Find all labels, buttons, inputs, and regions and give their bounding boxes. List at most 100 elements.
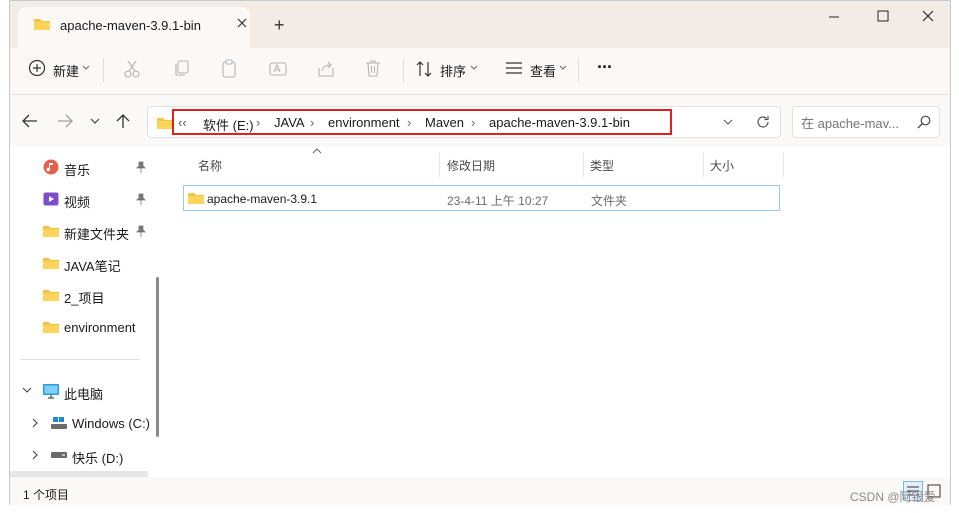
minimize-button[interactable]: [828, 7, 840, 27]
delete-icon[interactable]: [365, 59, 381, 78]
column-divider[interactable]: [583, 153, 584, 177]
paste-icon[interactable]: [221, 59, 237, 78]
toolbar-divider: [403, 58, 404, 82]
tab-title: apache-maven-3.9.1-bin: [60, 18, 201, 33]
pin-icon: [136, 193, 146, 205]
file-name: apache-maven-3.9.1: [207, 192, 318, 206]
music-icon: [43, 159, 59, 175]
sidebar-item-videos[interactable]: 视频: [10, 184, 150, 214]
forward-arrow-icon[interactable]: [57, 114, 73, 128]
address-history-chevron-icon[interactable]: [723, 119, 733, 126]
new-icon[interactable]: [28, 59, 46, 77]
sidebar-scrollbar[interactable]: [156, 277, 159, 437]
chevron-down-icon[interactable]: [22, 387, 32, 394]
view-button[interactable]: 查看: [530, 61, 556, 80]
breadcrumb-environment[interactable]: environment: [328, 115, 400, 130]
maximize-button[interactable]: [877, 10, 889, 22]
folder-icon: [42, 223, 60, 239]
sidebar-item-environment[interactable]: environment: [10, 312, 150, 342]
sidebar-item-this-pc[interactable]: 此电脑: [10, 376, 150, 406]
sidebar-item-music[interactable]: 音乐: [10, 152, 150, 182]
sidebar-item-label: 新建文件夹: [64, 227, 130, 242]
chevron-down-icon: [82, 65, 90, 71]
sort-ascending-icon: [312, 148, 322, 154]
column-header-date[interactable]: 修改日期: [447, 157, 495, 174]
sidebar-item-new-folder[interactable]: 新建文件夹: [10, 216, 150, 246]
cut-icon[interactable]: [124, 60, 140, 78]
back-arrow-icon[interactable]: [22, 114, 38, 128]
sidebar-item-drive-d[interactable]: 快乐 (D:): [10, 440, 150, 470]
close-tab-icon[interactable]: [236, 17, 248, 29]
sidebar-item-label: JAVA笔记: [64, 259, 121, 274]
file-date: 23-4-11 上午 10:27: [447, 194, 549, 208]
sidebar-item-drive-c[interactable]: Windows (C:): [10, 408, 150, 438]
table-row[interactable]: apache-maven-3.9.1 23-4-11 上午 10:27 文件夹: [183, 185, 780, 211]
column-divider[interactable]: [439, 153, 440, 177]
content-area: 音乐 视频 新建文件夹 JAVA笔记 2_项目 environment 此电脑 …: [10, 147, 950, 477]
sort-icon[interactable]: [416, 60, 432, 78]
sidebar-item-label: 音乐: [64, 163, 91, 178]
background-page-left: [0, 0, 9, 505]
breadcrumb-separator: ›: [310, 115, 315, 130]
rename-icon[interactable]: [269, 60, 287, 78]
share-icon[interactable]: [317, 60, 335, 78]
breadcrumb-separator: ›: [256, 115, 261, 130]
new-button[interactable]: 新建: [53, 61, 79, 80]
chevron-right-icon[interactable]: [32, 418, 39, 428]
background-page-bottom: [0, 505, 959, 513]
folder-icon: [33, 16, 51, 32]
command-bar: 新建 排序 查看 ···: [10, 48, 950, 95]
breadcrumb-current[interactable]: apache-maven-3.9.1-bin: [489, 115, 630, 130]
folder-icon: [42, 287, 60, 303]
toolbar-divider: [103, 58, 104, 82]
video-icon: [43, 192, 59, 206]
column-header-name[interactable]: 名称: [198, 157, 222, 174]
drive-icon: [50, 416, 68, 430]
background-page-right: [951, 0, 959, 513]
breadcrumb-overflow[interactable]: ‹‹: [178, 115, 187, 130]
drive-icon: [50, 450, 68, 460]
file-type: 文件夹: [591, 194, 628, 208]
column-header-type[interactable]: 类型: [590, 157, 614, 174]
column-divider[interactable]: [783, 153, 784, 177]
sidebar-item-label: 快乐 (D:): [72, 451, 124, 466]
chevron-right-icon[interactable]: [32, 450, 39, 460]
search-box[interactable]: [792, 106, 940, 138]
address-bar[interactable]: ‹‹ 软件 (E:) › JAVA › environment › Maven …: [147, 106, 781, 138]
folder-icon: [187, 190, 205, 206]
computer-icon: [42, 383, 60, 399]
breadcrumb-separator: ›: [407, 115, 412, 130]
pin-icon: [136, 225, 146, 237]
tab-bar: apache-maven-3.9.1-bin +: [10, 1, 950, 48]
column-header-size[interactable]: 大小: [710, 157, 734, 174]
breadcrumb-java[interactable]: JAVA: [274, 115, 305, 130]
navigation-bar: ‹‹ 软件 (E:) › JAVA › environment › Maven …: [10, 95, 950, 147]
tab-active[interactable]: apache-maven-3.9.1-bin: [18, 7, 250, 48]
breadcrumb-maven[interactable]: Maven: [425, 115, 464, 130]
search-input[interactable]: [799, 112, 913, 134]
sidebar-item-label: 视频: [64, 195, 91, 210]
sort-button[interactable]: 排序: [440, 61, 466, 80]
close-window-button[interactable]: [922, 10, 934, 22]
folder-icon: [42, 255, 60, 271]
breadcrumb-drive[interactable]: 软件 (E:): [203, 115, 254, 134]
more-options-button[interactable]: ···: [597, 57, 613, 78]
file-explorer-window: apache-maven-3.9.1-bin + 新建 排序 查看 ··· ‹‹…: [9, 0, 951, 505]
up-arrow-icon[interactable]: [116, 113, 130, 129]
copy-icon[interactable]: [174, 60, 190, 78]
new-tab-button[interactable]: +: [274, 15, 285, 36]
refresh-icon[interactable]: [756, 115, 770, 129]
navigation-pane: 音乐 视频 新建文件夹 JAVA笔记 2_项目 environment 此电脑 …: [10, 147, 159, 477]
sidebar-item-java-notes[interactable]: JAVA笔记: [10, 248, 150, 278]
recent-locations-chevron-icon[interactable]: [90, 118, 100, 125]
watermark: CSDN @阿银爱: [850, 490, 936, 504]
sidebar-item-projects[interactable]: 2_项目: [10, 280, 150, 310]
sidebar-item-label: Windows (C:): [72, 416, 151, 431]
breadcrumb-separator: ›: [471, 115, 476, 130]
chevron-down-icon: [470, 65, 478, 71]
column-divider[interactable]: [703, 153, 704, 177]
pin-icon: [136, 161, 146, 173]
search-icon[interactable]: [917, 115, 931, 129]
item-count: 1 个项目: [23, 488, 70, 502]
view-icon[interactable]: [505, 61, 523, 75]
